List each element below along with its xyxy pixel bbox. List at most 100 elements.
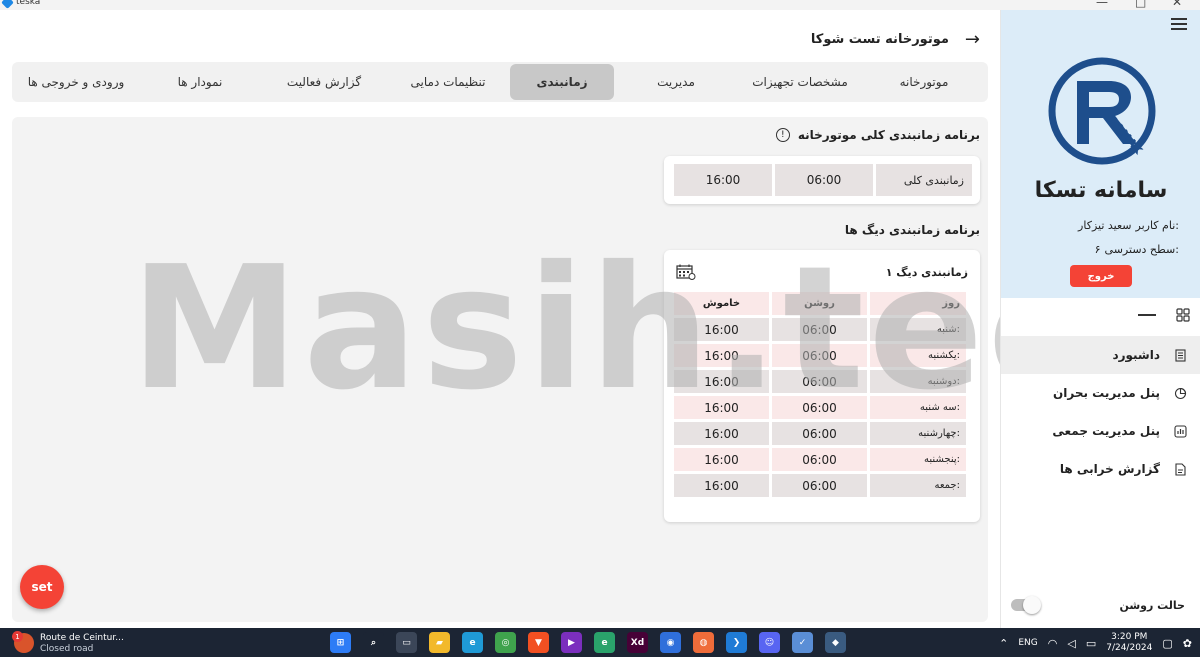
page-header: → موتورخانه تست شوکا <box>811 28 980 50</box>
off-time-cell[interactable]: 16:00 <box>674 318 769 341</box>
column-header-on: روشن <box>772 292 867 315</box>
tab-equipment-specs[interactable]: مشخصات تجهیزات <box>738 64 862 100</box>
file-explorer-icon[interactable]: ▰ <box>429 632 450 653</box>
chrome-icon[interactable]: ◎ <box>495 632 516 653</box>
light-mode-toggle[interactable] <box>1011 596 1041 614</box>
tab-activity-report[interactable]: گزارش فعالیت <box>262 64 386 100</box>
access-label: سطح دسترسی: <box>1104 243 1179 256</box>
vscode-icon[interactable]: ❯ <box>726 632 747 653</box>
table-row: یکشنبه: 06:00 16:00 <box>674 344 966 367</box>
on-time-cell[interactable]: 06:00 <box>772 370 867 393</box>
grid-icon[interactable] <box>1176 308 1190 322</box>
sidebar-item-group-panel[interactable]: پنل مدیریت جمعی <box>1001 412 1200 450</box>
tab-bar: موتورخانه مشخصات تجهیزات مدیریت زمانبندی… <box>12 62 988 102</box>
language-indicator[interactable]: ENG <box>1018 638 1037 648</box>
off-time-cell[interactable]: 16:00 <box>674 422 769 445</box>
vpn-icon[interactable]: ✓ <box>792 632 813 653</box>
on-time-cell[interactable]: 06:00 <box>772 422 867 445</box>
page-title: موتورخانه تست شوکا <box>810 31 949 47</box>
window-titlebar: teska — □ ✕ <box>0 0 1200 10</box>
on-time-cell[interactable]: 06:00 <box>772 396 867 419</box>
on-time-cell[interactable]: 06:00 <box>772 474 867 497</box>
tab-inputs-outputs[interactable]: ورودی و خروجی ها <box>14 64 138 100</box>
sidebar-item-crisis-panel[interactable]: پنل مدیریت بحران <box>1001 374 1200 412</box>
off-time-cell[interactable]: 16:00 <box>674 344 769 367</box>
tab-engine-room[interactable]: موتورخانه <box>862 64 986 100</box>
maximize-button[interactable]: □ <box>1135 0 1146 9</box>
window-title: teska <box>16 0 41 7</box>
brave-icon[interactable]: ▼ <box>528 632 549 653</box>
volume-icon[interactable]: ◁ <box>1067 637 1075 650</box>
edge-icon[interactable]: e <box>462 632 483 653</box>
document-icon <box>1175 348 1186 362</box>
off-time-cell[interactable]: 16:00 <box>674 370 769 393</box>
boiler-schedule-card: زمانبندی دیگ ۱ روز روشن خاموش شنبه: 06:0… <box>664 250 980 522</box>
widget-subtitle: Closed road <box>40 644 94 654</box>
access-info: سطح دسترسی: ۶ <box>1095 243 1179 256</box>
set-button[interactable]: set <box>20 565 64 609</box>
media-icon[interactable]: ▶ <box>561 632 582 653</box>
table-row: دوشنبه: 06:00 16:00 <box>674 370 966 393</box>
task-view-icon[interactable]: ▭ <box>396 632 417 653</box>
discord-icon[interactable]: ☺ <box>759 632 780 653</box>
windows-start-icon[interactable]: ⊞ <box>330 632 351 653</box>
theme-label: حالت روشن <box>1119 598 1185 612</box>
taskbar-widget[interactable]: 1 Route de Ceintur... Closed road <box>12 631 124 655</box>
minus-icon[interactable] <box>1138 314 1156 316</box>
widget-title: Route de Ceintur... <box>40 633 124 643</box>
day-cell: شنبه: <box>870 318 966 341</box>
sidebar: ROMAK سامانه تسکا نام کاربر: سعید تیزکار… <box>1000 10 1200 628</box>
postman-icon[interactable]: ◍ <box>693 632 714 653</box>
flutter-icon[interactable]: ◆ <box>825 632 846 653</box>
day-cell: پنجشنبه: <box>870 448 966 471</box>
clock[interactable]: 3:20 PM 7/24/2024 <box>1106 632 1152 654</box>
wifi-icon[interactable]: ◠ <box>1048 637 1058 650</box>
sidebar-item-failure-report[interactable]: گزارش خرابی ها <box>1001 450 1200 488</box>
column-header-off: خاموش <box>674 292 769 315</box>
tab-temperature-settings[interactable]: تنظیمات دمایی <box>386 64 510 100</box>
sidebar-item-label: داشبورد <box>1112 348 1160 362</box>
xd-icon[interactable]: Xd <box>627 632 648 653</box>
tab-scheduling[interactable]: زمانبندی <box>510 64 614 100</box>
main-area: → موتورخانه تست شوکا موتورخانه مشخصات تج… <box>0 10 1000 628</box>
user-name: سعید تیزکار <box>1078 219 1132 232</box>
tab-charts[interactable]: نمودار ها <box>138 64 262 100</box>
menu-icon[interactable] <box>1171 18 1187 32</box>
battery-icon[interactable]: ▭ <box>1086 637 1096 650</box>
user-label: نام کاربر: <box>1135 219 1179 232</box>
sidebar-item-label: پنل مدیریت جمعی <box>1052 424 1160 438</box>
on-time-cell[interactable]: 06:00 <box>772 448 867 471</box>
on-time-cell[interactable]: 06:00 <box>772 318 867 341</box>
table-row: جمعه: 06:00 16:00 <box>674 474 966 497</box>
sidebar-item-dashboard[interactable]: داشبورد <box>1001 336 1200 374</box>
general-off-time[interactable]: 16:00 <box>674 164 772 196</box>
search-icon[interactable]: ⌕ <box>363 632 384 653</box>
off-time-cell[interactable]: 16:00 <box>674 448 769 471</box>
arrow-right-icon[interactable]: → <box>965 29 980 50</box>
schedule-content: برنامه زمانبندی کلی موتورخانه ! زمانبندی… <box>12 117 988 622</box>
copilot-icon[interactable]: ✿ <box>1183 637 1192 650</box>
notifications-icon[interactable]: ▢ <box>1162 637 1172 650</box>
sidebar-item-label: گزارش خرابی ها <box>1059 462 1160 476</box>
off-time-cell[interactable]: 16:00 <box>674 474 769 497</box>
table-row: سه شنبه: 06:00 16:00 <box>674 396 966 419</box>
windows-taskbar: 1 Route de Ceintur... Closed road ⊞ ⌕ ▭ ▰ e ◎… <box>0 628 1200 657</box>
logout-button[interactable]: خروج <box>1070 265 1132 287</box>
close-window-button[interactable]: ✕ <box>1172 0 1182 9</box>
profile-panel: ROMAK سامانه تسکا نام کاربر: سعید تیزکار… <box>1001 10 1200 298</box>
day-cell: جمعه: <box>870 474 966 497</box>
tab-management[interactable]: مدیریت <box>614 64 738 100</box>
general-schedule-label: زمانبندی کلی <box>876 164 972 196</box>
sidebar-nav: داشبورد پنل مدیریت بحران پنل مدیریت جمعی… <box>1001 336 1200 488</box>
calendar-icon[interactable] <box>676 264 696 280</box>
chevron-up-icon[interactable]: ⌃ <box>999 637 1008 650</box>
on-time-cell[interactable]: 06:00 <box>772 344 867 367</box>
bar-chart-icon <box>1174 424 1187 438</box>
general-on-time[interactable]: 06:00 <box>775 164 873 196</box>
off-time-cell[interactable]: 16:00 <box>674 396 769 419</box>
info-icon[interactable]: ! <box>775 128 790 142</box>
app-icon[interactable]: ◉ <box>660 632 681 653</box>
edge-canary-icon[interactable]: e <box>594 632 615 653</box>
access-level: ۶ <box>1094 243 1101 256</box>
minimize-button[interactable]: — <box>1096 0 1108 9</box>
